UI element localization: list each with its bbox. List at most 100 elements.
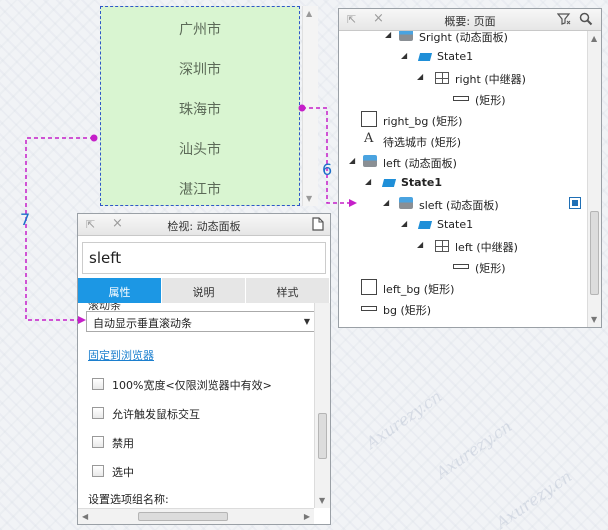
- tab-properties[interactable]: 属性: [78, 278, 162, 303]
- scroll-up-arrow-icon[interactable]: ▲: [306, 9, 312, 18]
- expand-toggle-icon[interactable]: ◢: [349, 156, 355, 165]
- expand-toggle-icon[interactable]: ◢: [365, 177, 371, 186]
- select-value: 自动显示垂直滚动条: [93, 317, 192, 330]
- repeater-icon: [435, 72, 449, 84]
- scroll-up-arrow-icon[interactable]: ▲: [591, 34, 597, 43]
- checkbox-label: 100%宽度<仅限浏览器中有效>: [112, 379, 272, 392]
- expand-toggle-icon[interactable]: ◢: [383, 198, 389, 207]
- scroll-right-arrow-icon[interactable]: ▶: [304, 512, 310, 521]
- tree-row[interactable]: ◢ Sright (动态面板): [339, 31, 587, 46]
- inspector-title: 检视: 动态面板: [167, 220, 241, 233]
- checkbox[interactable]: [92, 465, 104, 477]
- expand-toggle-icon[interactable]: ◢: [417, 240, 423, 249]
- tree-row[interactable]: ◢ right (中继器): [339, 67, 587, 88]
- tree-row-label: (矩形): [475, 94, 506, 107]
- dynamic-panel-icon: [399, 197, 413, 209]
- city-list-panel[interactable]: 广州市 深圳市 珠海市 汕头市 湛江市: [100, 6, 300, 206]
- outline-pane: ⇱ × 概要: 页面 ◢ Sright (动态面板) ◢ State1 ◢ ri…: [338, 8, 602, 328]
- watermark: Axurezy.cn: [492, 466, 576, 530]
- scrollbar-thumb[interactable]: [318, 413, 327, 459]
- tree-row[interactable]: ◢ State1: [339, 46, 587, 67]
- watermark: Axurezy.cn: [432, 416, 516, 483]
- expand-toggle-icon[interactable]: ◢: [401, 219, 407, 228]
- tree-row-label: State1: [437, 50, 474, 63]
- tree-row-label: State1: [437, 218, 474, 231]
- city-item[interactable]: 深圳市: [101, 59, 299, 79]
- rectangle-bar-icon: [453, 96, 469, 101]
- inspector-body: 滚动条 自动显示垂直滚动条 ▼ 固定到浏览器 100%宽度<仅限浏览器中有效> …: [78, 303, 314, 508]
- scroll-left-arrow-icon[interactable]: ◀: [82, 512, 88, 521]
- text-widget-icon: A: [364, 131, 374, 146]
- rectangle-bar-icon: [453, 264, 469, 269]
- annotation-7-anchor: [90, 134, 98, 142]
- outline-scrollbar[interactable]: ▲ ▼: [587, 31, 601, 327]
- tree-row-label: left (动态面板): [383, 157, 457, 170]
- scroll-down-arrow-icon[interactable]: ▼: [306, 194, 312, 203]
- city-item[interactable]: 珠海市: [101, 99, 299, 119]
- repeater-icon: [435, 240, 449, 252]
- tree-row-label: bg (矩形): [383, 304, 432, 317]
- tree-row-label: right (中继器): [455, 73, 526, 86]
- checkbox-label: 禁用: [112, 437, 134, 450]
- expand-toggle-icon[interactable]: ◢: [417, 72, 423, 81]
- scroll-down-arrow-icon[interactable]: ▼: [319, 496, 325, 505]
- tree-row[interactable]: (矩形): [339, 88, 587, 109]
- checkbox[interactable]: [92, 407, 104, 419]
- tree-row[interactable]: ◢ State1: [339, 172, 587, 193]
- rectangle-icon: [361, 279, 377, 295]
- page-icon[interactable]: [312, 217, 324, 234]
- tab-notes[interactable]: 说明: [162, 278, 246, 303]
- rectangle-icon: [361, 111, 377, 127]
- outline-header: ⇱ × 概要: 页面: [339, 9, 601, 31]
- search-icon[interactable]: [579, 12, 593, 29]
- tree-row-label: (矩形): [475, 262, 506, 275]
- scrollbar-thumb[interactable]: [138, 512, 228, 521]
- checkbox-label: 选中: [112, 466, 134, 479]
- visibility-checkbox[interactable]: [569, 197, 581, 209]
- tree-row[interactable]: bg (矩形): [339, 298, 587, 319]
- inspector-scrollbar[interactable]: ▼: [314, 303, 330, 508]
- scroll-down-arrow-icon[interactable]: ▼: [591, 315, 597, 324]
- inspector-h-scrollbar[interactable]: ◀ ▶: [78, 508, 314, 524]
- tree-row[interactable]: ◢ State1: [339, 214, 587, 235]
- annotation-number-7: 7: [20, 210, 31, 229]
- tree-row-label: Sright (动态面板): [419, 31, 508, 44]
- checkbox[interactable]: [92, 436, 104, 448]
- scrollbar-thumb[interactable]: [590, 211, 599, 295]
- state-icon: [381, 179, 397, 187]
- inspector-tabs: 属性 说明 样式: [78, 278, 330, 303]
- expand-toggle-icon[interactable]: ◢: [385, 31, 391, 39]
- tree-row[interactable]: right_bg (矩形): [339, 109, 587, 130]
- tree-row-label: State1: [401, 176, 442, 189]
- tree-row-selected[interactable]: ◢ sleft (动态面板): [339, 193, 587, 214]
- tree-row[interactable]: left_bg (矩形): [339, 277, 587, 298]
- outline-tree: ◢ Sright (动态面板) ◢ State1 ◢ right (中继器) (…: [339, 31, 587, 327]
- tree-row[interactable]: A 待选城市 (矩形): [339, 130, 587, 151]
- city-item[interactable]: 湛江市: [101, 179, 299, 199]
- state-icon: [417, 221, 433, 229]
- pin-to-browser-link[interactable]: 固定到浏览器: [88, 347, 154, 363]
- rectangle-bar-icon: [361, 306, 377, 311]
- filter-icon[interactable]: [556, 12, 571, 29]
- dynamic-panel-icon: [363, 155, 377, 167]
- tree-row-label: sleft (动态面板): [419, 199, 499, 212]
- watermark: Axurezy.cn: [362, 386, 446, 453]
- checkbox[interactable]: [92, 378, 104, 390]
- expand-toggle-icon[interactable]: ◢: [401, 51, 407, 60]
- widget-name-input[interactable]: sleft: [82, 242, 326, 274]
- chevron-down-icon: ▼: [303, 317, 310, 326]
- tree-row[interactable]: ◢ left (中继器): [339, 235, 587, 256]
- tree-row[interactable]: ◢ left (动态面板): [339, 151, 587, 172]
- tree-row-label: 待选城市 (矩形): [383, 136, 462, 149]
- city-item[interactable]: 汕头市: [101, 139, 299, 159]
- city-list-scrollbar[interactable]: ▲ ▼: [302, 6, 318, 206]
- inspector-pane: ⇱ × 检视: 动态面板 sleft 属性 说明 样式 滚动条 自动显示垂直滚动…: [77, 213, 331, 525]
- tab-style[interactable]: 样式: [246, 278, 330, 303]
- scrollbar-mode-select[interactable]: 自动显示垂直滚动条 ▼: [86, 311, 314, 332]
- city-item[interactable]: 广州市: [101, 19, 299, 39]
- annotation-number-6: 6: [322, 160, 333, 179]
- dynamic-panel-icon: [399, 31, 413, 41]
- checkbox-label: 允许触发鼠标交互: [112, 408, 200, 421]
- tree-row-label: left (中继器): [455, 241, 518, 254]
- tree-row[interactable]: (矩形): [339, 256, 587, 277]
